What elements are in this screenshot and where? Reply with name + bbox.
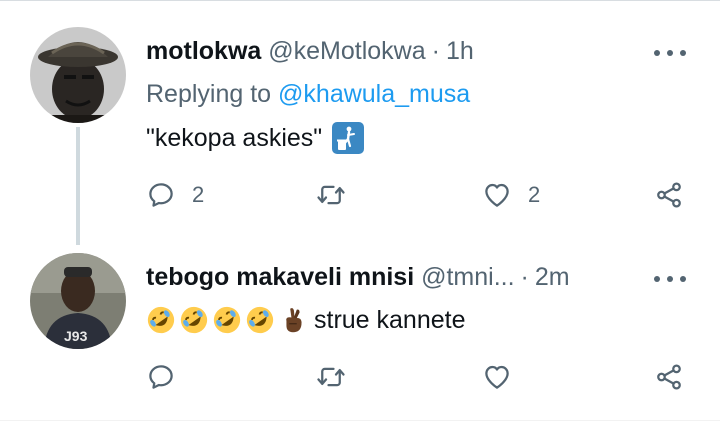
tweet-text: strue kannete [146,303,466,337]
retweet-icon [317,185,345,205]
crossed-fingers-icon [286,308,302,333]
heart-icon [485,183,509,207]
more-options-icon[interactable] [654,48,686,58]
display-name[interactable]: motlokwa [146,37,261,65]
share-icon [657,182,681,208]
like-button[interactable] [482,357,528,397]
share-button[interactable] [654,357,684,397]
separator: · [520,263,529,291]
tweet[interactable]: motlokwa @keMotlokwa · 1h Replying to @kha… [0,1,720,245]
svg-text:J93: J93 [64,328,88,344]
replying-to-label: Replying to [146,80,272,108]
rolling-on-floor-laughing-icon [246,306,274,334]
avatar[interactable] [30,27,126,123]
handle[interactable]: @keMotlokwa [268,37,425,65]
reply-button[interactable] [146,357,192,397]
tweet-text-content: strue kannete [314,306,466,334]
reply-icon [149,183,173,207]
rolling-on-floor-laughing-icon [213,306,241,334]
tweet-actions: 2 2 [0,175,720,215]
share-button[interactable] [654,175,684,215]
retweet-icon [317,367,345,387]
rolling-on-floor-laughing-icon [147,306,175,334]
share-icon [657,364,681,390]
reply-button[interactable]: 2 [146,175,204,215]
like-button[interactable]: 2 [482,175,540,215]
litter-in-bin-icon [332,122,365,154]
reply-icon [149,365,173,389]
retweet-button[interactable] [316,175,362,215]
rolling-on-floor-laughing-icon [180,306,208,334]
retweet-button[interactable] [316,357,362,397]
tweet-header: motlokwa @keMotlokwa · 1h [146,36,474,66]
tweet-header: tebogo makaveli mnisi @tmni... · 2m [146,262,570,292]
tweet-actions [0,357,720,397]
tweet-text-content: "kekopa askies" [146,124,323,152]
like-count: 2 [528,182,541,207]
display-name[interactable]: tebogo makaveli mnisi [146,263,414,291]
tweet-thread: motlokwa @keMotlokwa · 1h Replying to @kha… [0,0,720,420]
timestamp[interactable]: 1h [446,37,474,65]
tweet-text: "kekopa askies" [146,121,365,155]
avatar[interactable]: J93 [30,253,126,349]
replying-to: Replying to @khawula_musa [146,79,470,109]
heart-icon [485,365,509,389]
mention-link[interactable]: @khawula_musa [278,80,470,108]
handle[interactable]: @tmni... [421,263,514,291]
separator: · [431,37,440,65]
timestamp[interactable]: 2m [535,263,570,291]
tweet[interactable]: J93 tebogo makaveli mnisi @tmni...·2m [0,237,720,421]
more-options-icon[interactable] [654,274,686,284]
reply-count: 2 [192,182,205,207]
